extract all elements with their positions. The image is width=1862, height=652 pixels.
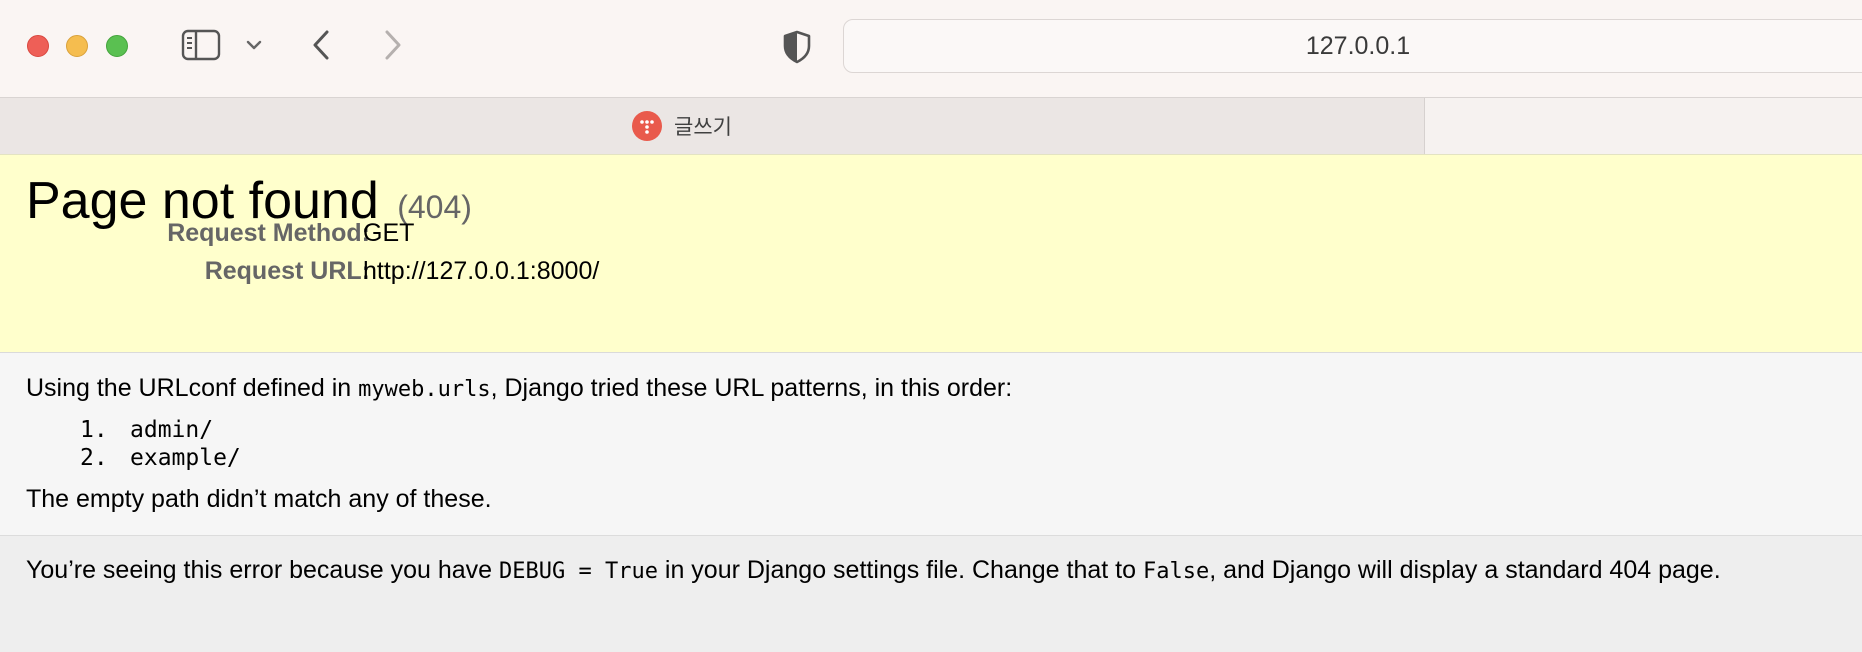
browser-toolbar: 127.0.0.1 xyxy=(0,0,1862,98)
no-match-message: The empty path didn’t match any of these… xyxy=(26,485,492,513)
urlconf-intro: Using the URLconf defined in myweb.urls,… xyxy=(26,374,1012,403)
urlconf-name: myweb.urls xyxy=(358,377,491,402)
sidebar-icon[interactable] xyxy=(180,28,222,62)
false-code: False xyxy=(1142,559,1210,584)
explanation-text: You’re seeing this error because you hav… xyxy=(26,556,1721,585)
address-bar[interactable]: 127.0.0.1 xyxy=(843,19,1862,73)
back-icon[interactable] xyxy=(306,26,336,64)
error-info: Using the URLconf defined in myweb.urls,… xyxy=(0,353,1862,536)
url-pattern-number: 2. xyxy=(80,445,108,471)
url-pattern-item: 2. example/ xyxy=(80,445,241,471)
request-method-value: GET xyxy=(363,219,415,247)
tab-bar: 글쓰기 xyxy=(0,98,1862,154)
url-pattern: admin/ xyxy=(130,417,214,443)
url-pattern: example/ xyxy=(130,445,241,471)
request-method-label: Request Method: xyxy=(167,219,370,247)
urlconf-intro-before: Using the URLconf defined in xyxy=(26,374,359,402)
request-url-row: Request URL: http://127.0.0.1:8000/ xyxy=(26,257,826,289)
tab-title: 글쓰기 xyxy=(674,116,732,139)
explanation-part-3: , and Django will display a standard 404… xyxy=(1209,556,1721,584)
chevron-down-icon[interactable] xyxy=(241,34,267,56)
address-bar-url: 127.0.0.1 xyxy=(1305,31,1411,60)
url-pattern-number: 1. xyxy=(80,417,108,443)
zoom-window-button[interactable] xyxy=(106,35,128,57)
url-pattern-item: 1. admin/ xyxy=(80,417,213,443)
urlconf-intro-after: , Django tried these URL patterns, in th… xyxy=(490,374,1013,402)
favicon-icon xyxy=(632,111,663,141)
request-method-row: Request Method: GET xyxy=(26,219,826,251)
debug-explanation: You’re seeing this error because you hav… xyxy=(0,536,1862,652)
explanation-part-2: in your Django settings file. Change tha… xyxy=(657,556,1143,584)
tab-active[interactable]: 글쓰기 xyxy=(0,98,1425,154)
debug-setting-code: DEBUG = True xyxy=(499,559,658,584)
close-window-button[interactable] xyxy=(27,35,49,57)
explanation-part-1: You’re seeing this error because you hav… xyxy=(26,556,499,584)
minimize-window-button[interactable] xyxy=(66,35,88,57)
forward-icon[interactable] xyxy=(378,26,408,64)
error-summary: Page not found (404) Request Method: GET… xyxy=(0,154,1862,353)
request-url-value: http://127.0.0.1:8000/ xyxy=(363,257,600,285)
privacy-shield-icon[interactable] xyxy=(780,28,814,66)
request-url-label: Request URL: xyxy=(204,257,370,285)
